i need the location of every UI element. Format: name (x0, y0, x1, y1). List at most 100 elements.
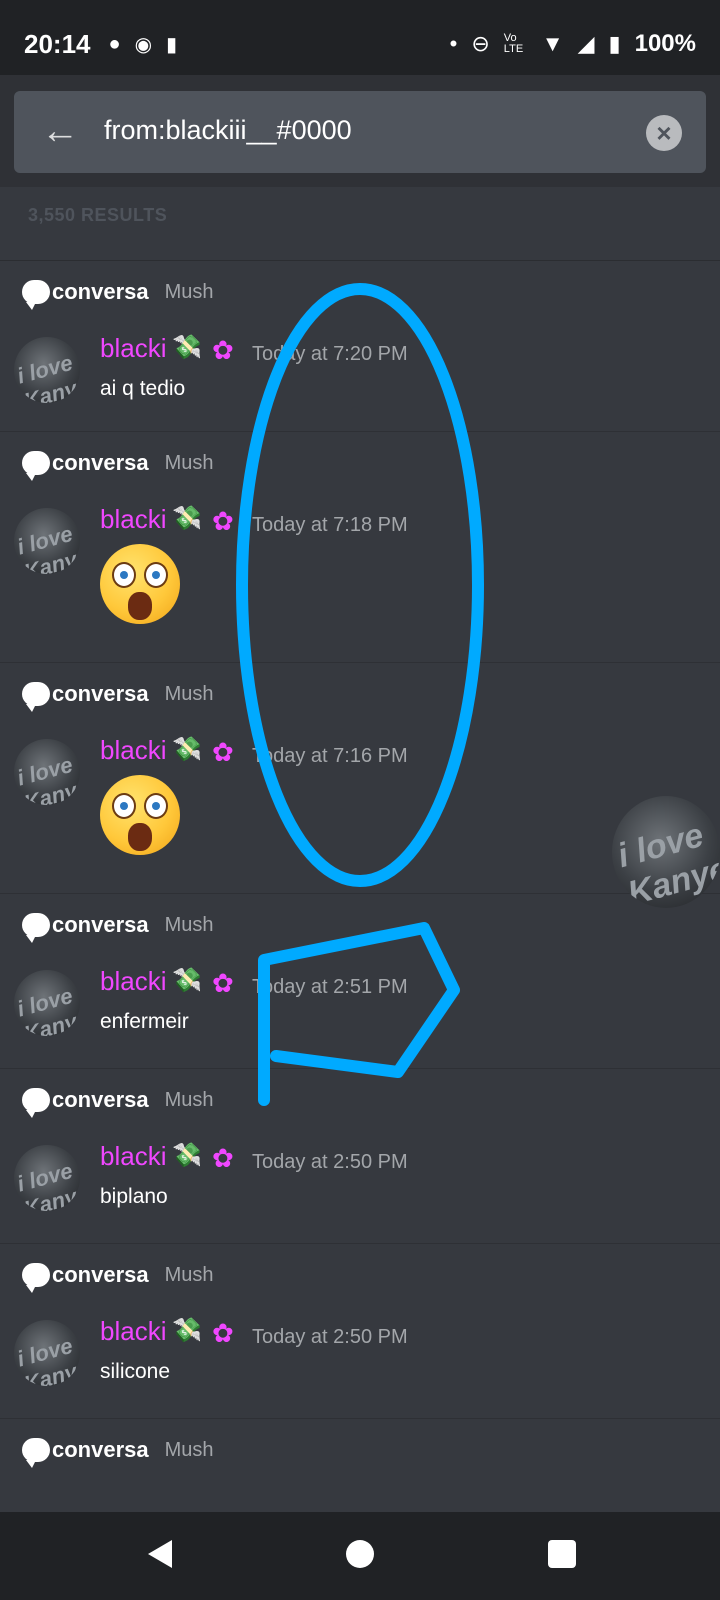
speech-bubble-icon (22, 1088, 50, 1118)
search-result[interactable]: conversa Mush i love Kanye blacki 💸 ✿ To… (0, 1069, 720, 1244)
server-name: Mush (164, 280, 214, 303)
back-triangle-icon[interactable] (148, 1540, 172, 1568)
emoji-mouth (128, 823, 152, 851)
channel-row: conversa Mush (22, 1262, 214, 1293)
search-header: ← from:blackiii__#0000 × (0, 75, 720, 187)
avatar[interactable]: i love Kanye (14, 508, 80, 574)
message-content: biplano (100, 1185, 168, 1208)
channel-row: conversa Mush (22, 1087, 214, 1118)
speech-bubble-icon (22, 682, 50, 712)
avatar-text: i love Kanye (14, 520, 80, 574)
channel-row: conversa Mush (22, 681, 214, 712)
flower-badge-icon: ✿ (212, 737, 234, 767)
avatar[interactable]: i love Kanye (14, 337, 80, 403)
money-with-wings-icon: 💸 (172, 736, 202, 763)
server-name: Mush (164, 1263, 214, 1286)
chat-head-avatar[interactable]: i love Kanye (612, 796, 720, 908)
channel-row: conversa Mush (22, 450, 214, 481)
server-name: Mush (164, 682, 214, 705)
search-bar[interactable]: ← from:blackiii__#0000 × (14, 91, 706, 173)
screaming-face-emoji (100, 544, 180, 624)
speech-bubble-icon (22, 280, 50, 310)
flower-badge-icon: ✿ (212, 335, 234, 365)
navigation-bar (0, 1512, 720, 1600)
avatar[interactable]: i love Kanye (14, 1145, 80, 1211)
username[interactable]: blacki (100, 966, 166, 997)
avatar[interactable]: i love Kanye (14, 970, 80, 1036)
battery-percent: 100% (634, 30, 696, 57)
dot-icon: • (449, 31, 458, 56)
timestamp: Today at 7:20 PM (252, 343, 408, 365)
username[interactable]: blacki (100, 735, 166, 766)
channel-row: conversa Mush (22, 279, 214, 310)
battery-icon: ▮ (608, 31, 621, 56)
emoji-eye (112, 562, 136, 588)
emoji-eye (144, 562, 168, 588)
home-circle-icon[interactable] (346, 1540, 374, 1568)
money-with-wings-icon: 💸 (172, 1317, 202, 1344)
username[interactable]: blacki (100, 1141, 166, 1172)
flower-badge-icon: ✿ (212, 506, 234, 536)
money-with-wings-icon: 💸 (172, 1142, 202, 1169)
do-not-disturb-icon: ⊖ (471, 31, 490, 56)
search-result[interactable]: conversa Mush i love Kanye blacki 💸 ✿ To… (0, 432, 720, 663)
avatar-text: i love Kanye (14, 982, 80, 1036)
timestamp: Today at 2:51 PM (252, 976, 408, 998)
speech-bubble-icon (22, 1263, 50, 1293)
flower-badge-icon: ✿ (212, 968, 234, 998)
search-result[interactable]: conversa Mush i love Kanye blacki 💸 ✿ To… (0, 1244, 720, 1419)
arrow-left-icon[interactable]: ← (38, 109, 82, 153)
message-content: silicone (100, 1360, 171, 1383)
channel-row: conversa Mush (22, 1437, 214, 1468)
emoji-eye (144, 793, 168, 819)
avatar-text: i love Kanye (14, 751, 80, 805)
server-name: Mush (164, 1088, 214, 1111)
screaming-face-emoji (100, 775, 180, 855)
channel-name[interactable]: conversa (52, 1262, 149, 1288)
signal-icon: ◢ (577, 31, 595, 56)
message-notification-icon: ◉ (134, 33, 153, 56)
recents-square-icon[interactable] (548, 1540, 576, 1568)
money-with-wings-icon: 💸 (172, 334, 202, 361)
avatar-text: i love Kanye (613, 816, 720, 908)
username[interactable]: blacki (100, 333, 166, 364)
channel-name[interactable]: conversa (52, 450, 149, 476)
avatar[interactable]: i love Kanye (14, 1320, 80, 1386)
money-with-wings-icon: 💸 (172, 505, 202, 532)
channel-name[interactable]: conversa (52, 1437, 149, 1463)
channel-name[interactable]: conversa (52, 1087, 149, 1113)
speech-bubble-icon (22, 913, 50, 943)
avatar-text: i love Kanye (14, 1332, 80, 1386)
close-circle-icon[interactable]: × (646, 115, 682, 151)
speech-bubble-icon (22, 1438, 50, 1468)
search-result[interactable]: conversa Mush (0, 1419, 720, 1512)
channel-name[interactable]: conversa (52, 681, 149, 707)
username[interactable]: blacki (100, 1316, 166, 1347)
flower-badge-icon: ✿ (212, 1318, 234, 1348)
server-name: Mush (164, 1438, 214, 1461)
search-result[interactable]: conversa Mush i love Kanye blacki 💸 ✿ To… (0, 894, 720, 1069)
avatar[interactable]: i love Kanye (14, 739, 80, 805)
battery-saver-icon: ▮ (166, 33, 178, 56)
emoji-eye (112, 793, 136, 819)
search-result[interactable]: conversa Mush i love Kanye blacki 💸 ✿ To… (0, 261, 720, 432)
channel-name[interactable]: conversa (52, 912, 149, 938)
money-with-wings-icon: 💸 (172, 967, 202, 994)
wifi-icon: ▼ (541, 31, 564, 56)
flower-badge-icon: ✿ (212, 1143, 234, 1173)
username[interactable]: blacki (100, 504, 166, 535)
emoji-mouth (128, 592, 152, 620)
volte-icon: Vo LTE (503, 32, 524, 55)
server-name: Mush (164, 913, 214, 936)
search-input[interactable]: from:blackiii__#0000 (104, 115, 352, 146)
speech-bubble-icon (22, 451, 50, 481)
timestamp: Today at 2:50 PM (252, 1326, 408, 1348)
discord-notification-icon: ● (108, 32, 121, 55)
server-name: Mush (164, 451, 214, 474)
status-time: 20:14 (24, 28, 91, 59)
avatar-text: i love Kanye (14, 1157, 80, 1211)
results-count: 3,550 RESULTS (28, 205, 168, 225)
timestamp: Today at 2:50 PM (252, 1151, 408, 1173)
avatar-text: i love Kanye (14, 349, 80, 403)
channel-name[interactable]: conversa (52, 279, 149, 305)
